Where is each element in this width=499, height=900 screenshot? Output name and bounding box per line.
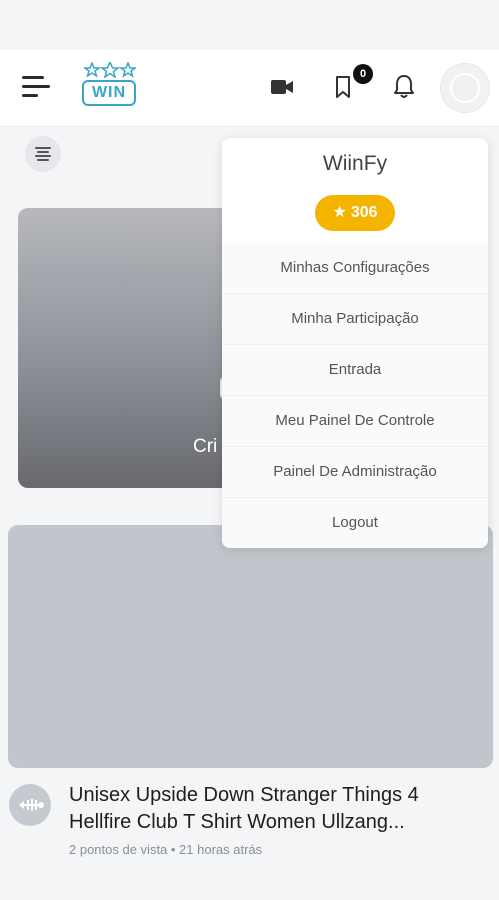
video-camera-icon[interactable] bbox=[270, 77, 294, 97]
bell-icon[interactable] bbox=[392, 73, 416, 101]
post-image[interactable] bbox=[8, 525, 493, 768]
top-app-bar: WIN bbox=[0, 50, 499, 127]
menu-item-inbox[interactable]: Entrada bbox=[222, 345, 488, 396]
logo-text: WIN bbox=[82, 80, 136, 106]
filter-menu-icon[interactable] bbox=[25, 136, 61, 172]
logo[interactable]: WIN bbox=[82, 62, 138, 118]
featured-card-text: Cri bbox=[193, 436, 218, 457]
post-title[interactable]: Unisex Upside Down Stranger Things 4 Hel… bbox=[69, 782, 479, 836]
status-bar bbox=[0, 0, 499, 50]
user-dropdown-menu: WiinFy ★ 306 Minhas Configurações Minha P… bbox=[222, 138, 488, 548]
menu-item-participation[interactable]: Minha Participação bbox=[222, 294, 488, 345]
notification-count-badge: 0 bbox=[353, 64, 373, 84]
star-icon: ★ bbox=[332, 204, 347, 221]
stars-icon bbox=[84, 62, 136, 78]
dropdown-menu-list: Minhas Configurações Minha Participação … bbox=[222, 243, 488, 548]
hamburger-menu-icon[interactable] bbox=[22, 74, 50, 100]
points-badge: ★ 306 bbox=[315, 195, 395, 231]
points-value: 306 bbox=[350, 204, 378, 221]
bookmark-icon[interactable] bbox=[332, 74, 354, 100]
menu-item-admin-panel[interactable]: Painel De Administração bbox=[222, 447, 488, 498]
user-avatar[interactable] bbox=[440, 63, 490, 113]
menu-item-logout[interactable]: Logout bbox=[222, 498, 488, 548]
menu-item-settings[interactable]: Minhas Configurações bbox=[222, 243, 488, 294]
menu-item-dashboard[interactable]: Meu Painel De Controle bbox=[222, 396, 488, 447]
post-author-avatar[interactable] bbox=[9, 784, 51, 826]
fish-bone-icon bbox=[19, 799, 44, 811]
dropdown-username: WiinFy bbox=[322, 152, 388, 175]
post-meta: 2 pontos de vista • 21 horas atrás bbox=[69, 842, 263, 857]
